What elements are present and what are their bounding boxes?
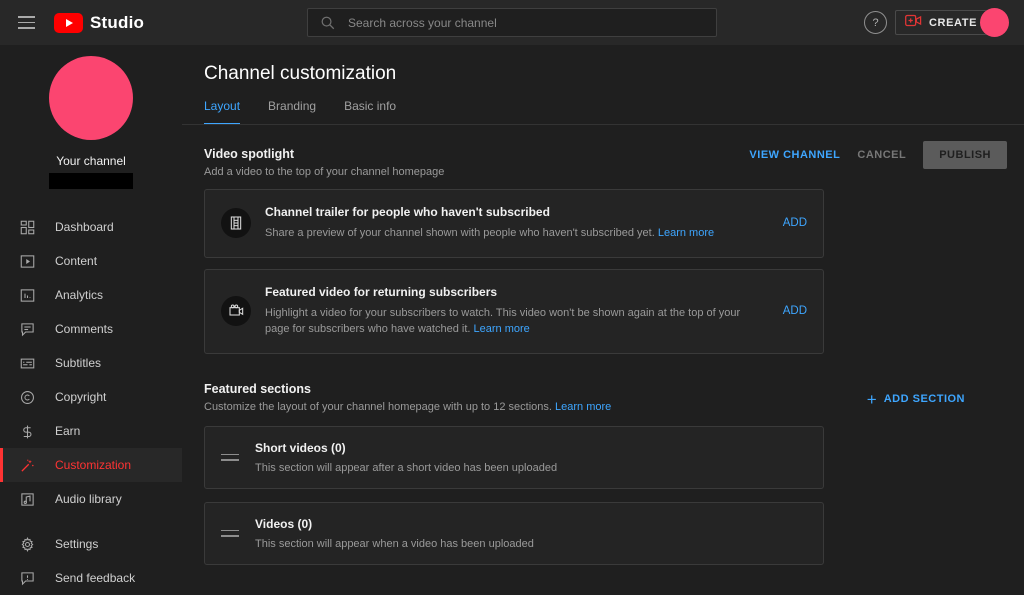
comments-bubble-icon bbox=[17, 319, 37, 339]
sidebar-item-earn[interactable]: Earn bbox=[0, 414, 182, 448]
sidebar-item-label: Subtitles bbox=[55, 356, 102, 370]
account-avatar[interactable] bbox=[980, 8, 1009, 37]
sidebar-item-label: Send feedback bbox=[55, 571, 136, 585]
featured-sections-text: Featured sections Customize the layout o… bbox=[204, 382, 611, 413]
movie-camera-icon bbox=[221, 296, 251, 326]
channel-trailer-card: Channel trailer for people who haven't s… bbox=[204, 189, 824, 258]
sidebar-item-dashboard[interactable]: Dashboard bbox=[0, 210, 182, 244]
sidebar-item-label: Dashboard bbox=[55, 220, 114, 234]
search-input[interactable] bbox=[335, 15, 716, 30]
help-glyph: ? bbox=[872, 16, 879, 29]
tab-divider bbox=[182, 124, 1024, 125]
main-content: Channel customization Layout Branding Ba… bbox=[182, 45, 1024, 584]
tab-branding[interactable]: Branding bbox=[268, 99, 316, 125]
sidebar-item-settings[interactable]: Settings bbox=[0, 527, 182, 561]
sidebar-nav: Dashboard Content Analytics Comments Sub… bbox=[0, 210, 182, 595]
section-row-videos[interactable]: Videos (0) This section will appear when… bbox=[204, 501, 824, 565]
sidebar-item-analytics[interactable]: Analytics bbox=[0, 278, 182, 312]
analytics-bar-chart-icon bbox=[17, 285, 37, 305]
section-row-description: This section will appear after a short v… bbox=[255, 461, 558, 474]
add-section-label: ADD SECTION bbox=[883, 393, 965, 405]
tab-bar: Layout Branding Basic info bbox=[182, 99, 1024, 125]
featured-sections-header: Featured sections Customize the layout o… bbox=[182, 382, 984, 413]
channel-handle-redacted bbox=[49, 173, 133, 189]
plus-icon: + bbox=[866, 389, 877, 409]
sidebar-item-copyright[interactable]: Copyright bbox=[0, 380, 182, 414]
earn-dollar-icon bbox=[17, 421, 37, 441]
create-button[interactable]: CREATE bbox=[895, 10, 988, 35]
gear-icon bbox=[17, 534, 37, 554]
search-icon bbox=[320, 15, 335, 30]
section-row-title: Short videos (0) bbox=[255, 440, 346, 455]
drag-handle-icon[interactable] bbox=[221, 529, 239, 537]
dashboard-grid-icon bbox=[17, 217, 37, 237]
top-bar: Studio ? CREATE bbox=[0, 0, 1024, 45]
sidebar-item-label: Audio library bbox=[55, 492, 122, 506]
sidebar-item-customization[interactable]: Customization bbox=[0, 448, 182, 482]
card-body: Featured video for returning subscribers… bbox=[265, 285, 759, 338]
learn-more-link[interactable]: Learn more bbox=[555, 401, 611, 413]
sidebar-item-label: Earn bbox=[55, 424, 81, 438]
film-strip-icon bbox=[221, 208, 251, 239]
sidebar-item-label: Settings bbox=[55, 537, 99, 551]
learn-more-link[interactable]: Learn more bbox=[474, 323, 530, 335]
sidebar-item-label: Content bbox=[55, 254, 98, 268]
section-row-short-videos[interactable]: Short videos (0) This section will appea… bbox=[204, 425, 824, 489]
card-body: Channel trailer for people who haven't s… bbox=[265, 205, 759, 242]
hamburger-icon[interactable] bbox=[14, 11, 38, 35]
add-featured-video-button[interactable]: ADD bbox=[773, 305, 807, 317]
sidebar-item-label: Customization bbox=[55, 458, 132, 472]
sidebar-item-send-feedback[interactable]: Send feedback bbox=[0, 561, 182, 595]
card-title: Featured video for returning subscribers bbox=[265, 284, 498, 299]
sidebar-item-label: Copyright bbox=[55, 390, 107, 404]
youtube-studio-logo[interactable]: Studio bbox=[54, 12, 145, 33]
feedback-icon bbox=[17, 568, 37, 588]
section-row-title: Videos (0) bbox=[255, 516, 313, 531]
sidebar-item-audio-library[interactable]: Audio library bbox=[0, 482, 182, 516]
header-actions: VIEW CHANNEL CANCEL PUBLISH bbox=[749, 141, 1007, 169]
create-button-label: CREATE bbox=[929, 16, 978, 29]
sidebar: Your channel Dashboard Content Analytics… bbox=[0, 45, 182, 585]
featured-sections-title: Featured sections bbox=[204, 381, 311, 396]
sidebar-item-content[interactable]: Content bbox=[0, 244, 182, 278]
studio-wordmark: Studio bbox=[90, 12, 145, 32]
audio-note-icon bbox=[17, 489, 37, 509]
youtube-play-icon bbox=[54, 12, 83, 33]
card-description: Highlight a video for your subscribers t… bbox=[265, 305, 759, 338]
section-row-description: This section will appear when a video ha… bbox=[255, 537, 534, 550]
sidebar-item-label: Analytics bbox=[55, 288, 104, 302]
cancel-button[interactable]: CANCEL bbox=[857, 149, 906, 161]
add-section-button[interactable]: + ADD SECTION bbox=[867, 382, 984, 408]
channel-block: Your channel bbox=[0, 45, 182, 189]
featured-sections-subtitle: Customize the layout of your channel hom… bbox=[204, 401, 611, 413]
sidebar-item-label: Comments bbox=[55, 322, 114, 336]
view-channel-button[interactable]: VIEW CHANNEL bbox=[749, 149, 840, 161]
channel-avatar[interactable] bbox=[49, 56, 133, 140]
card-description-text: Share a preview of your channel shown wi… bbox=[265, 227, 655, 239]
page-title: Channel customization bbox=[204, 63, 397, 84]
card-title: Channel trailer for people who haven't s… bbox=[265, 205, 550, 219]
section-row-body: Short videos (0) This section will appea… bbox=[255, 441, 557, 474]
search-bar[interactable] bbox=[307, 8, 717, 37]
drag-handle-icon[interactable] bbox=[221, 453, 239, 461]
magic-wand-icon bbox=[17, 455, 37, 475]
section-row-body: Videos (0) This section will appear when… bbox=[255, 517, 534, 550]
copyright-circle-icon bbox=[17, 387, 37, 407]
featured-video-card: Featured video for returning subscribers… bbox=[204, 268, 824, 354]
add-trailer-button[interactable]: ADD bbox=[773, 217, 807, 229]
tab-basic-info[interactable]: Basic info bbox=[344, 99, 396, 125]
sidebar-item-subtitles[interactable]: Subtitles bbox=[0, 346, 182, 380]
card-description: Share a preview of your channel shown wi… bbox=[265, 225, 759, 242]
tab-layout[interactable]: Layout bbox=[204, 99, 241, 125]
publish-button[interactable]: PUBLISH bbox=[923, 141, 1007, 169]
featured-sections-subtitle-text: Customize the layout of your channel hom… bbox=[204, 400, 552, 413]
sidebar-item-comments[interactable]: Comments bbox=[0, 312, 182, 346]
subtitles-cc-icon bbox=[17, 353, 37, 373]
channel-name: Your channel bbox=[56, 154, 126, 168]
sidebar-divider bbox=[0, 516, 182, 527]
help-icon[interactable]: ? bbox=[864, 11, 887, 34]
video-camera-plus-icon bbox=[905, 14, 922, 32]
content-play-box-icon bbox=[17, 251, 37, 271]
learn-more-link[interactable]: Learn more bbox=[658, 227, 714, 239]
